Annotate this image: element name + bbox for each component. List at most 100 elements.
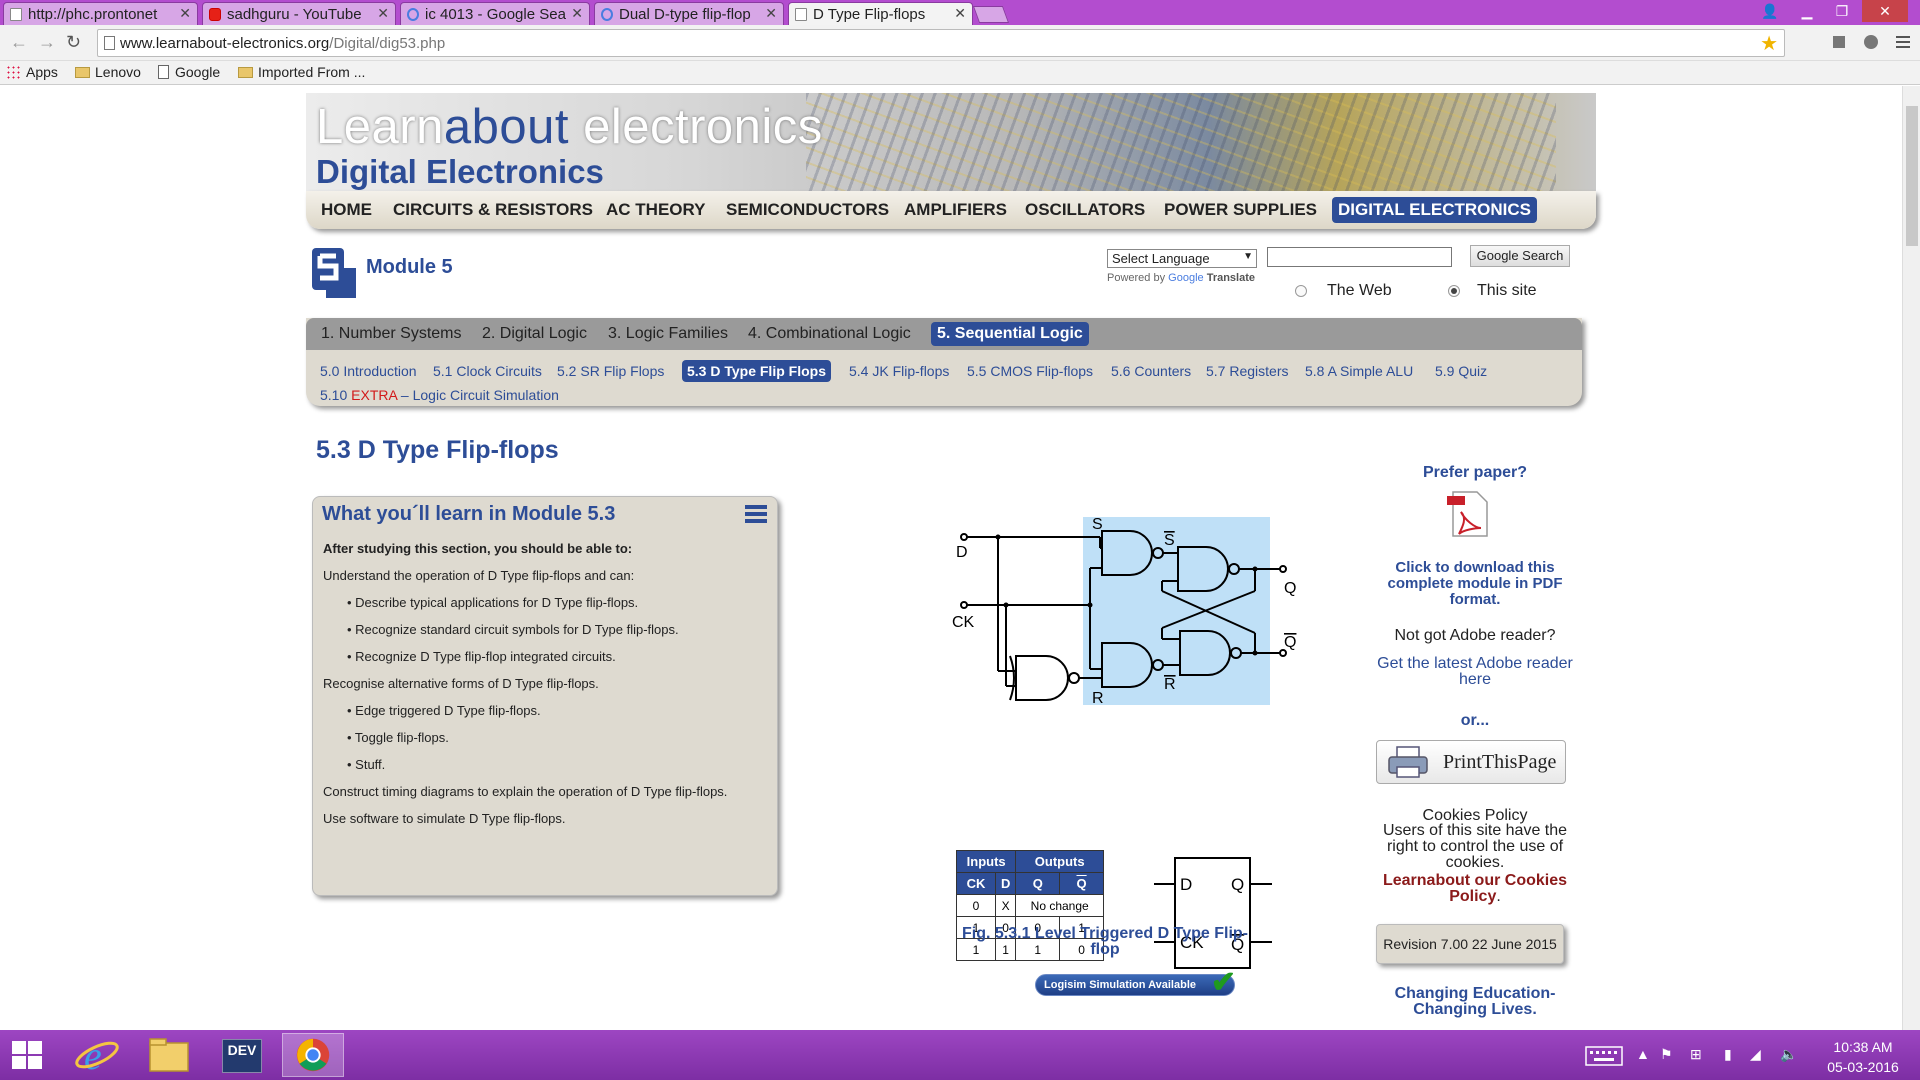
nav-oscillators[interactable]: OSCILLATORS — [1025, 200, 1145, 220]
back-arrow-icon[interactable]: ← — [10, 32, 28, 53]
keyboard-icon[interactable] — [1585, 1046, 1623, 1066]
page-icon — [158, 65, 169, 79]
page-scrollbar[interactable] — [1902, 86, 1920, 1030]
extension-globe-icon[interactable] — [1862, 33, 1880, 51]
truth-header-d: D — [994, 872, 1017, 895]
reload-icon[interactable]: ↻ — [66, 32, 81, 53]
download-pdf-link[interactable]: Click to download this complete module i… — [1370, 560, 1580, 608]
nav-ac-theory[interactable]: AC THEORY — [606, 200, 706, 220]
truth-header-ck: CK — [956, 872, 996, 895]
google-search-button[interactable]: Google Search — [1470, 245, 1570, 267]
signal-icon[interactable]: ◢ — [1750, 1046, 1761, 1063]
logisim-simulation-button[interactable]: Logisim Simulation Available ✔ — [1035, 966, 1236, 999]
label-r: R — [1092, 690, 1104, 707]
powered-translate[interactable]: Translate — [1207, 272, 1255, 284]
bookmark-imported[interactable]: Imported From ... — [238, 64, 365, 80]
tab-digital-logic[interactable]: 2. Digital Logic — [482, 325, 587, 343]
nav-home[interactable]: HOME — [321, 200, 372, 220]
bookmark-apps[interactable]: Apps — [6, 64, 58, 80]
close-icon[interactable]: ✕ — [377, 5, 389, 22]
language-select[interactable]: Select Language ▼ — [1107, 249, 1257, 268]
adobe-reader-link[interactable]: Get the latest Adobe reader here — [1370, 656, 1580, 688]
site-title[interactable]: Learnabout electronics — [316, 99, 823, 155]
sublink-5-3-active[interactable]: 5.3 D Type Flip Flops — [682, 360, 831, 382]
tab-logic-families[interactable]: 3. Logic Families — [608, 325, 728, 343]
powered-by-google: Powered by Google Translate — [1107, 272, 1255, 284]
close-icon[interactable]: ✕ — [954, 5, 966, 22]
menu-icon[interactable] — [745, 505, 767, 525]
battery-icon[interactable]: ▮ — [1724, 1046, 1732, 1063]
bookmark-google[interactable]: Google — [158, 64, 220, 80]
chrome-icon[interactable] — [282, 1033, 344, 1077]
new-tab-button[interactable] — [972, 6, 1010, 23]
label-q: Q — [1284, 580, 1296, 597]
sublink-5-4[interactable]: 5.4 JK Flip-flops — [849, 363, 949, 379]
nav-circuits[interactable]: CIRCUITS & RESISTORS — [393, 200, 593, 220]
radio-the-web[interactable] — [1295, 285, 1307, 297]
printer-icon — [1388, 746, 1428, 778]
sublink-5-0[interactable]: 5.0 Introduction — [320, 363, 417, 379]
search-input[interactable] — [1267, 247, 1452, 267]
bookmark-lenovo[interactable]: Lenovo — [75, 64, 141, 80]
sublink-5-6[interactable]: 5.6 Counters — [1111, 363, 1191, 379]
windows-start-icon[interactable] — [12, 1041, 44, 1071]
label-s: S — [1092, 516, 1103, 533]
motto-text: Changing Education- Changing Lives. — [1394, 985, 1556, 1018]
powered-google: Google — [1168, 272, 1204, 284]
chevron-down-icon: ▼ — [1243, 251, 1253, 262]
close-icon[interactable]: ✕ — [571, 5, 583, 22]
pdf-icon[interactable] — [1445, 490, 1489, 538]
close-icon[interactable]: ✕ — [765, 5, 777, 22]
sublink-5-9[interactable]: 5.9 Quiz — [1435, 363, 1487, 379]
window-close-button[interactable]: ✕ — [1862, 0, 1908, 22]
nav-power-supplies[interactable]: POWER SUPPLIES — [1164, 200, 1317, 220]
language-select-value: Select Language — [1112, 251, 1210, 266]
cookies-link-text[interactable]: Learnabout our Cookies Policy — [1383, 872, 1567, 905]
internet-explorer-icon[interactable]: e — [66, 1033, 128, 1077]
forward-arrow-icon[interactable]: → — [38, 32, 56, 53]
dev-cpp-icon[interactable]: DEV — [210, 1033, 272, 1077]
learn-line: • Toggle flip-flops. — [347, 730, 449, 745]
extension-icon[interactable] — [1830, 33, 1848, 51]
user-icon[interactable]: 👤 — [1755, 0, 1785, 22]
windows-tray-icon[interactable]: ⊞ — [1690, 1046, 1702, 1063]
radio-this-site[interactable] — [1448, 285, 1460, 297]
cookies-text: Users of this site have the right to con… — [1382, 822, 1568, 871]
taskbar-clock[interactable]: 10:38 AM 05-03-2016 — [1815, 1037, 1911, 1077]
tab-3[interactable]: ic 4013 - Google Sea ✕ — [400, 2, 590, 25]
print-this-page-button[interactable]: PrintThisPage — [1376, 740, 1566, 784]
tab-1[interactable]: http://phc.prontonet ✕ — [3, 2, 198, 25]
volume-icon[interactable]: 🔈 — [1780, 1046, 1797, 1063]
sublink-5-1[interactable]: 5.1 Clock Circuits — [433, 363, 542, 379]
close-icon[interactable]: ✕ — [179, 5, 191, 22]
bookmark-star-icon[interactable]: ★ — [1760, 31, 1778, 56]
sublink-5-7[interactable]: 5.7 Registers — [1206, 363, 1288, 379]
tab-2[interactable]: sadhguru - YouTube ✕ — [202, 2, 396, 25]
tray-expand-icon[interactable]: ▲ — [1636, 1046, 1650, 1062]
label-r-bar: R — [1164, 676, 1176, 693]
sublink-5-8[interactable]: 5.8 A Simple ALU — [1305, 363, 1413, 379]
tab-combinational-logic[interactable]: 4. Combinational Logic — [748, 325, 911, 343]
sublink-5-5[interactable]: 5.5 CMOS Flip-flops — [967, 363, 1093, 379]
nav-digital-electronics[interactable]: DIGITAL ELECTRONICS — [1332, 197, 1537, 223]
tab-4[interactable]: Dual D-type flip-flop ✕ — [594, 2, 784, 25]
tab-5-active[interactable]: D Type Flip-flops ✕ — [788, 2, 973, 25]
sublink-5-2[interactable]: 5.2 SR Flip Flops — [557, 363, 664, 379]
apps-grid-icon — [6, 65, 20, 79]
cookies-policy-link[interactable]: Learnabout our Cookies Policy. — [1370, 873, 1580, 905]
sublink-5-10-extra[interactable]: 5.10 EXTRA – Logic Circuit Simulation — [320, 387, 559, 403]
checkmark-icon: ✔ — [1210, 966, 1236, 999]
menu-hamburger-icon[interactable] — [1894, 33, 1912, 51]
page-icon — [104, 36, 115, 50]
nav-semiconductors[interactable]: SEMICONDUCTORS — [726, 200, 889, 220]
minimize-button[interactable]: ▁ — [1792, 0, 1822, 22]
action-center-flag-icon[interactable]: ⚑ — [1660, 1046, 1673, 1063]
file-explorer-icon[interactable] — [138, 1033, 200, 1077]
tab-sequential-logic[interactable]: 5. Sequential Logic — [931, 322, 1089, 346]
scrollbar-thumb[interactable] — [1906, 106, 1918, 246]
nav-amplifiers[interactable]: AMPLIFIERS — [904, 200, 1007, 220]
maximize-button[interactable]: ❐ — [1827, 0, 1857, 22]
address-bar[interactable]: www.learnabout-electronics.org/Digital/d… — [97, 29, 1785, 57]
tab-number-systems[interactable]: 1. Number Systems — [321, 325, 461, 343]
title-electronics: electronics — [568, 100, 823, 154]
